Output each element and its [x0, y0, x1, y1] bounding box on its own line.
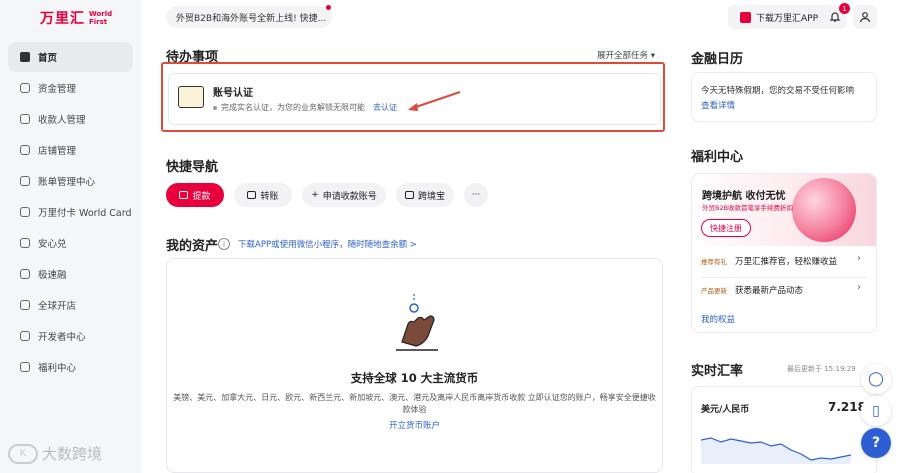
bell-icon	[829, 12, 841, 22]
help-float-button[interactable]: ?	[861, 428, 891, 458]
promo-title: 跨境护航 收付无忧	[702, 191, 786, 202]
chevron-right-icon: ›	[857, 253, 861, 264]
brand-name-cn: 万里汇	[40, 11, 85, 27]
user-icon	[20, 114, 30, 124]
globe-icon	[20, 300, 30, 310]
sidebar-nav: 首页 资金管理 收款人管理 店铺管理 账单管理中心 万里付卡 World Car…	[8, 42, 133, 383]
notice-badge-dot	[326, 5, 331, 10]
todo-card-desc: 完成实名认证，为您的业务解锁无限可能 去认证	[213, 102, 397, 113]
gift-icon	[20, 362, 30, 372]
open-currency-account-link[interactable]: 开立货币账户	[166, 419, 663, 431]
welfare-title: 福利中心	[691, 150, 744, 165]
cross-border-button[interactable]: 跨境宝	[396, 183, 454, 207]
transfer-button[interactable]: 转账	[234, 183, 292, 207]
cross-border-icon	[404, 191, 414, 199]
quick-register-button[interactable]: 快捷注册	[701, 219, 751, 237]
expand-all-tasks-link[interactable]: 展开全部任务 ▾	[597, 49, 655, 61]
watermark-text: 大数跨境	[42, 445, 103, 463]
idea-float-button[interactable]: ◯	[861, 364, 891, 394]
chevron-right-icon: ›	[857, 282, 861, 293]
store-icon	[20, 145, 30, 155]
sidebar-item-home[interactable]: 首页	[8, 42, 133, 72]
sidebar-item-funds[interactable]: 资金管理	[8, 73, 133, 103]
annotation-arrow-icon	[408, 91, 461, 111]
phone-icon: ▯	[872, 403, 880, 419]
sidebar: 万里汇 World First 首页 资金管理 收款人管理 店铺管理 账单管理中心…	[0, 0, 142, 473]
app-icon	[739, 11, 751, 23]
code-icon	[20, 331, 30, 341]
rates-title: 实时汇率	[691, 364, 744, 379]
brand-logo[interactable]: 万里汇 World First	[40, 8, 112, 28]
wallet-icon	[20, 83, 30, 93]
verify-link[interactable]: 去认证	[373, 102, 397, 113]
home-icon	[20, 52, 30, 62]
hand-coin-icon	[396, 294, 438, 351]
transfer-icon	[247, 191, 257, 199]
divider	[701, 277, 867, 278]
info-icon[interactable]: i	[218, 238, 230, 250]
quick-nav-title: 快捷导航	[166, 160, 219, 175]
referral-tag: 推荐有礼	[701, 258, 727, 266]
todo-card-title: 账号认证	[213, 88, 253, 99]
apply-account-button[interactable]: + 申请收款账号	[302, 183, 386, 207]
lightbulb-icon: ◯	[868, 371, 884, 387]
assets-title: 我的资产	[166, 239, 219, 254]
sidebar-item-welfare[interactable]: 福利中心	[8, 352, 133, 382]
more-icon: ···	[471, 190, 481, 200]
help-icon: ?	[871, 435, 881, 451]
download-app-link[interactable]: 下载APP或使用微信小程序，随时随地查余额 >	[238, 238, 417, 250]
rates-updated: 最后更新于 15:19:29	[787, 365, 856, 373]
notification-count-badge: 1	[839, 3, 850, 14]
phone-float-button[interactable]: ▯	[861, 396, 891, 426]
notice-text: 外贸B2B和海外账号全新上线! 快捷...	[176, 13, 327, 24]
sidebar-item-exchange[interactable]: 安心兑	[8, 228, 133, 258]
rate-pair: 美元/人民币	[701, 405, 750, 415]
brand-name-en: World First	[89, 10, 113, 26]
user-menu-button[interactable]	[853, 5, 877, 29]
calendar-title: 金融日历	[691, 52, 744, 67]
assets-heading: 支持全球 10 大主流货币	[350, 371, 479, 385]
my-benefits-link[interactable]: 我的权益	[701, 313, 735, 325]
main-content: 外贸B2B和海外账号全新上线! 快捷... ▼ 下载万里汇APP 1 待办事项 …	[142, 0, 900, 473]
card-icon	[20, 207, 30, 217]
welfare-row-updates[interactable]: 产品更新 获悉最新产品动态	[701, 284, 803, 296]
sidebar-item-global-store[interactable]: 全球开店	[8, 290, 133, 320]
sidebar-item-payees[interactable]: 收款人管理	[8, 104, 133, 134]
bill-icon	[20, 176, 30, 186]
plus-icon: +	[311, 190, 319, 200]
watermark-logo: K	[8, 443, 38, 464]
calendar-text: 今天无特殊假期，您的交易不受任何影响	[701, 86, 855, 96]
sidebar-item-developer[interactable]: 开发者中心	[8, 321, 133, 351]
verification-icon	[178, 86, 204, 108]
exchange-icon	[20, 238, 30, 248]
sidebar-item-stores[interactable]: 店铺管理	[8, 135, 133, 165]
calendar-card	[691, 72, 877, 122]
watermark: K 大数跨境	[8, 443, 102, 464]
sidebar-item-world-card[interactable]: 万里付卡 World Card	[8, 197, 133, 227]
globe-illustration	[792, 178, 856, 242]
withdraw-button[interactable]: 提款	[166, 183, 224, 207]
notice-dropdown[interactable]: 外贸B2B和海外账号全新上线! 快捷... ▼	[166, 6, 332, 28]
assets-description: 美镑、美元、加拿大元、日元、欧元、新西兰元、新加坡元、澳元、港元及离岸人民币离岸…	[173, 393, 656, 414]
withdraw-icon	[179, 191, 189, 199]
calendar-details-link[interactable]: 查看详情	[701, 99, 735, 111]
assets-card	[166, 258, 663, 473]
finance-icon	[20, 269, 30, 279]
user-icon	[859, 12, 871, 23]
sidebar-item-bills[interactable]: 账单管理中心	[8, 166, 133, 196]
bullet-dot	[213, 105, 217, 110]
sidebar-item-finance[interactable]: 极速融	[8, 259, 133, 289]
welfare-row-referral[interactable]: 推荐有礼 万里汇推荐官，轻松赚收益	[701, 255, 837, 267]
updates-tag: 产品更新	[701, 287, 727, 295]
rate-sparkline	[701, 437, 851, 464]
more-button[interactable]: ···	[464, 183, 488, 207]
download-app-button[interactable]: 下载万里汇APP	[728, 5, 830, 29]
promo-subtitle: 外贸B2B收款首笔享手续费折扣	[702, 204, 794, 212]
